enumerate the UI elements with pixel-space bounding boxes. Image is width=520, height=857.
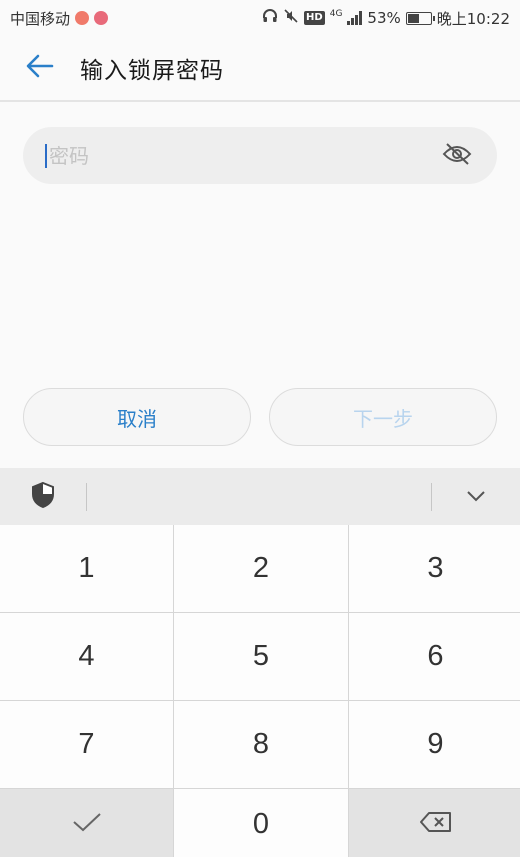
- clock: 晚上10:22: [436, 9, 510, 28]
- key-4[interactable]: 4: [0, 613, 173, 700]
- cancel-button[interactable]: 取消: [23, 388, 251, 446]
- notification-icon: [94, 11, 109, 25]
- text-cursor: [45, 143, 47, 168]
- status-right: HD 4G 53% 晚上10:22: [262, 8, 510, 29]
- numeric-keypad: 1 2 3 4 5 6 7 8 9 0: [0, 525, 520, 857]
- battery-percent: 53%: [367, 9, 401, 27]
- back-button[interactable]: [0, 35, 80, 101]
- network-type-label: 4G: [329, 8, 343, 19]
- key-1[interactable]: 1: [0, 525, 173, 612]
- arrow-left-icon: [25, 51, 55, 85]
- notification-icon: [75, 11, 90, 25]
- next-button[interactable]: 下一步: [269, 388, 497, 446]
- backspace-icon: [419, 808, 453, 841]
- shield-icon: [30, 481, 56, 513]
- delete-key[interactable]: [349, 789, 520, 857]
- status-bar: 中国移动 HD 4G 53% 晚上10:22: [0, 0, 520, 36]
- key-7[interactable]: 7: [0, 701, 173, 788]
- key-8[interactable]: 8: [174, 701, 348, 788]
- headphones-icon: [262, 8, 278, 28]
- key-5[interactable]: 5: [174, 613, 348, 700]
- keyboard-toolbar: [0, 468, 520, 525]
- hide-keyboard-button[interactable]: [432, 468, 520, 525]
- eye-off-icon: [442, 142, 472, 170]
- confirm-key[interactable]: [0, 789, 173, 857]
- key-9[interactable]: 9: [349, 701, 520, 788]
- toggle-visibility-button[interactable]: [439, 138, 475, 174]
- carrier-label: 中国移动: [10, 9, 71, 28]
- chevron-down-icon: [466, 487, 486, 506]
- hd-icon: HD: [304, 11, 325, 25]
- key-2[interactable]: 2: [174, 525, 348, 612]
- signal-icon: [347, 11, 363, 25]
- key-0[interactable]: 0: [174, 789, 348, 857]
- password-input[interactable]: [49, 143, 439, 168]
- status-left: 中国移动: [10, 8, 109, 29]
- page-title: 输入锁屏密码: [80, 58, 224, 84]
- app-header: 输入锁屏密码: [0, 36, 520, 102]
- battery-icon: [405, 11, 435, 25]
- security-keyboard-button[interactable]: [0, 468, 86, 525]
- password-field[interactable]: [23, 127, 497, 184]
- key-6[interactable]: 6: [349, 613, 520, 700]
- key-3[interactable]: 3: [349, 525, 520, 612]
- toolbar-divider: [86, 482, 87, 511]
- mute-icon: [283, 8, 299, 28]
- checkmark-icon: [72, 808, 102, 841]
